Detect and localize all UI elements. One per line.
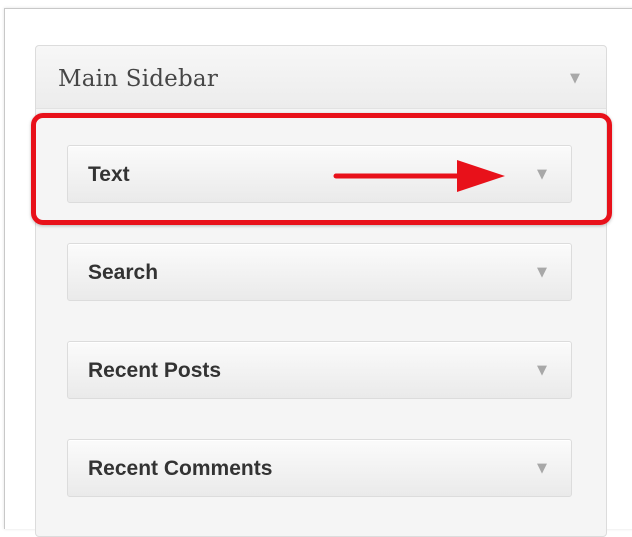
chevron-down-icon[interactable]: ▼ [570, 71, 580, 86]
widget-search[interactable]: Search ▼ [67, 243, 572, 301]
sidebar-header[interactable]: Main Sidebar ▼ [36, 46, 606, 109]
chevron-down-icon[interactable]: ▼ [537, 363, 547, 378]
sidebar-title: Main Sidebar [58, 66, 219, 92]
highlight-box [31, 113, 612, 225]
widget-label: Recent Comments [88, 457, 273, 480]
widget-label: Recent Posts [88, 359, 222, 382]
chevron-down-icon[interactable]: ▼ [537, 265, 547, 280]
widget-recent-comments[interactable]: Recent Comments ▼ [67, 439, 572, 497]
chevron-down-icon[interactable]: ▼ [537, 461, 547, 476]
right-arrow-icon [333, 160, 505, 192]
widget-recent-posts[interactable]: Recent Posts ▼ [67, 341, 572, 399]
widget-label: Search [88, 261, 159, 284]
